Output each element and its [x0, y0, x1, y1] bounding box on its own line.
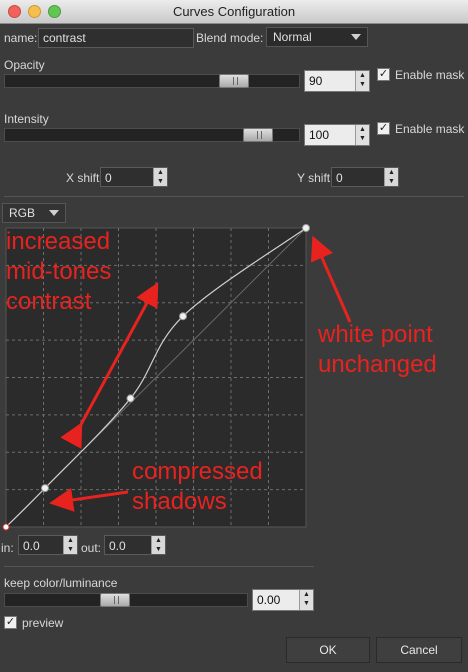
opacity-enable-mask-label: Enable mask	[395, 68, 465, 82]
divider	[4, 566, 314, 567]
keep-spinbox[interactable]: 0.00 ▲ ▼	[252, 589, 314, 611]
curve-control-point[interactable]	[302, 224, 310, 232]
y-shift-value: 0	[336, 171, 343, 185]
out-label: out:	[81, 541, 102, 555]
keep-color-luminance-label: keep color/luminance	[4, 576, 118, 590]
divider	[4, 196, 464, 197]
x-shift-spinbox[interactable]: 0 ▲ ▼	[100, 167, 168, 187]
x-shift-label: X shift	[66, 171, 100, 185]
blend-mode-select[interactable]: Normal	[266, 27, 368, 47]
in-label: in:	[1, 541, 14, 555]
keep-slider-handle[interactable]	[100, 593, 131, 607]
preview-label: preview	[22, 616, 64, 630]
intensity-spinbox[interactable]: 100 ▲ ▼	[304, 124, 370, 146]
intensity-enable-mask-label: Enable mask	[395, 122, 465, 136]
title-bar: Curves Configuration	[0, 0, 468, 24]
annotation-text: unchanged	[318, 351, 437, 378]
name-field[interactable]: contrast	[38, 28, 194, 48]
chevron-down-icon	[49, 210, 59, 216]
curve-control-point[interactable]	[41, 484, 49, 493]
intensity-label: Intensity	[4, 112, 49, 126]
annotation-text: increased	[6, 228, 111, 255]
curve-control-point[interactable]	[179, 312, 187, 321]
keep-color-luminance-slider[interactable]	[4, 593, 248, 607]
chevron-down-icon	[351, 34, 361, 40]
blend-mode-value: Normal	[273, 30, 312, 44]
spin-arrows-icon[interactable]: ▲ ▼	[355, 125, 369, 145]
keep-value: 0.00	[257, 593, 281, 607]
opacity-enable-mask-checkbox[interactable]: ✓	[377, 68, 390, 81]
out-spinbox[interactable]: 0.0 ▲ ▼	[104, 535, 166, 555]
name-label: name:	[4, 31, 38, 45]
out-value: 0.0	[109, 539, 126, 553]
arrow-icon	[310, 235, 352, 323]
curve-control-point[interactable]	[2, 523, 10, 531]
window-title: Curves Configuration	[172, 4, 296, 19]
intensity-enable-mask-checkbox[interactable]: ✓	[377, 122, 390, 135]
annotation-text: contrast	[6, 288, 92, 315]
in-spinbox[interactable]: 0.0 ▲ ▼	[18, 535, 78, 555]
preview-checkbox[interactable]: ✓	[4, 616, 17, 629]
annotation-text: mid-tones	[6, 258, 112, 285]
intensity-value: 100	[309, 128, 330, 142]
opacity-spinbox[interactable]: 90 ▲ ▼	[304, 70, 370, 92]
y-shift-label: Y shift	[297, 171, 331, 185]
spin-arrows-icon[interactable]: ▲ ▼	[151, 536, 165, 554]
blend-mode-label: Blend mode:	[196, 31, 264, 45]
y-shift-spinbox[interactable]: 0 ▲ ▼	[331, 167, 399, 187]
opacity-value: 90	[309, 74, 323, 88]
channel-value: RGB	[9, 206, 36, 220]
annotation-text: compressed	[132, 458, 263, 485]
spin-arrows-icon[interactable]: ▲ ▼	[384, 168, 398, 186]
spin-arrows-icon[interactable]: ▲ ▼	[299, 590, 313, 610]
intensity-slider-handle[interactable]	[242, 128, 273, 142]
spin-arrows-icon[interactable]: ▲ ▼	[355, 71, 369, 91]
annotation-text: white point	[318, 321, 433, 348]
intensity-slider[interactable]	[4, 128, 300, 142]
in-value: 0.0	[23, 539, 40, 553]
opacity-label: Opacity	[4, 58, 45, 72]
ok-button[interactable]: OK	[286, 637, 370, 663]
cancel-button[interactable]: Cancel	[376, 637, 462, 663]
curve-control-point[interactable]	[126, 394, 135, 403]
x-shift-value: 0	[105, 171, 112, 185]
opacity-slider[interactable]	[4, 74, 300, 88]
annotation-text: shadows	[132, 488, 227, 515]
spin-arrows-icon[interactable]: ▲ ▼	[153, 168, 167, 186]
opacity-slider-handle[interactable]	[218, 74, 249, 88]
curves-dialog: Curves Configuration name: contrast Blen…	[0, 0, 468, 672]
spin-arrows-icon[interactable]: ▲ ▼	[63, 536, 77, 554]
